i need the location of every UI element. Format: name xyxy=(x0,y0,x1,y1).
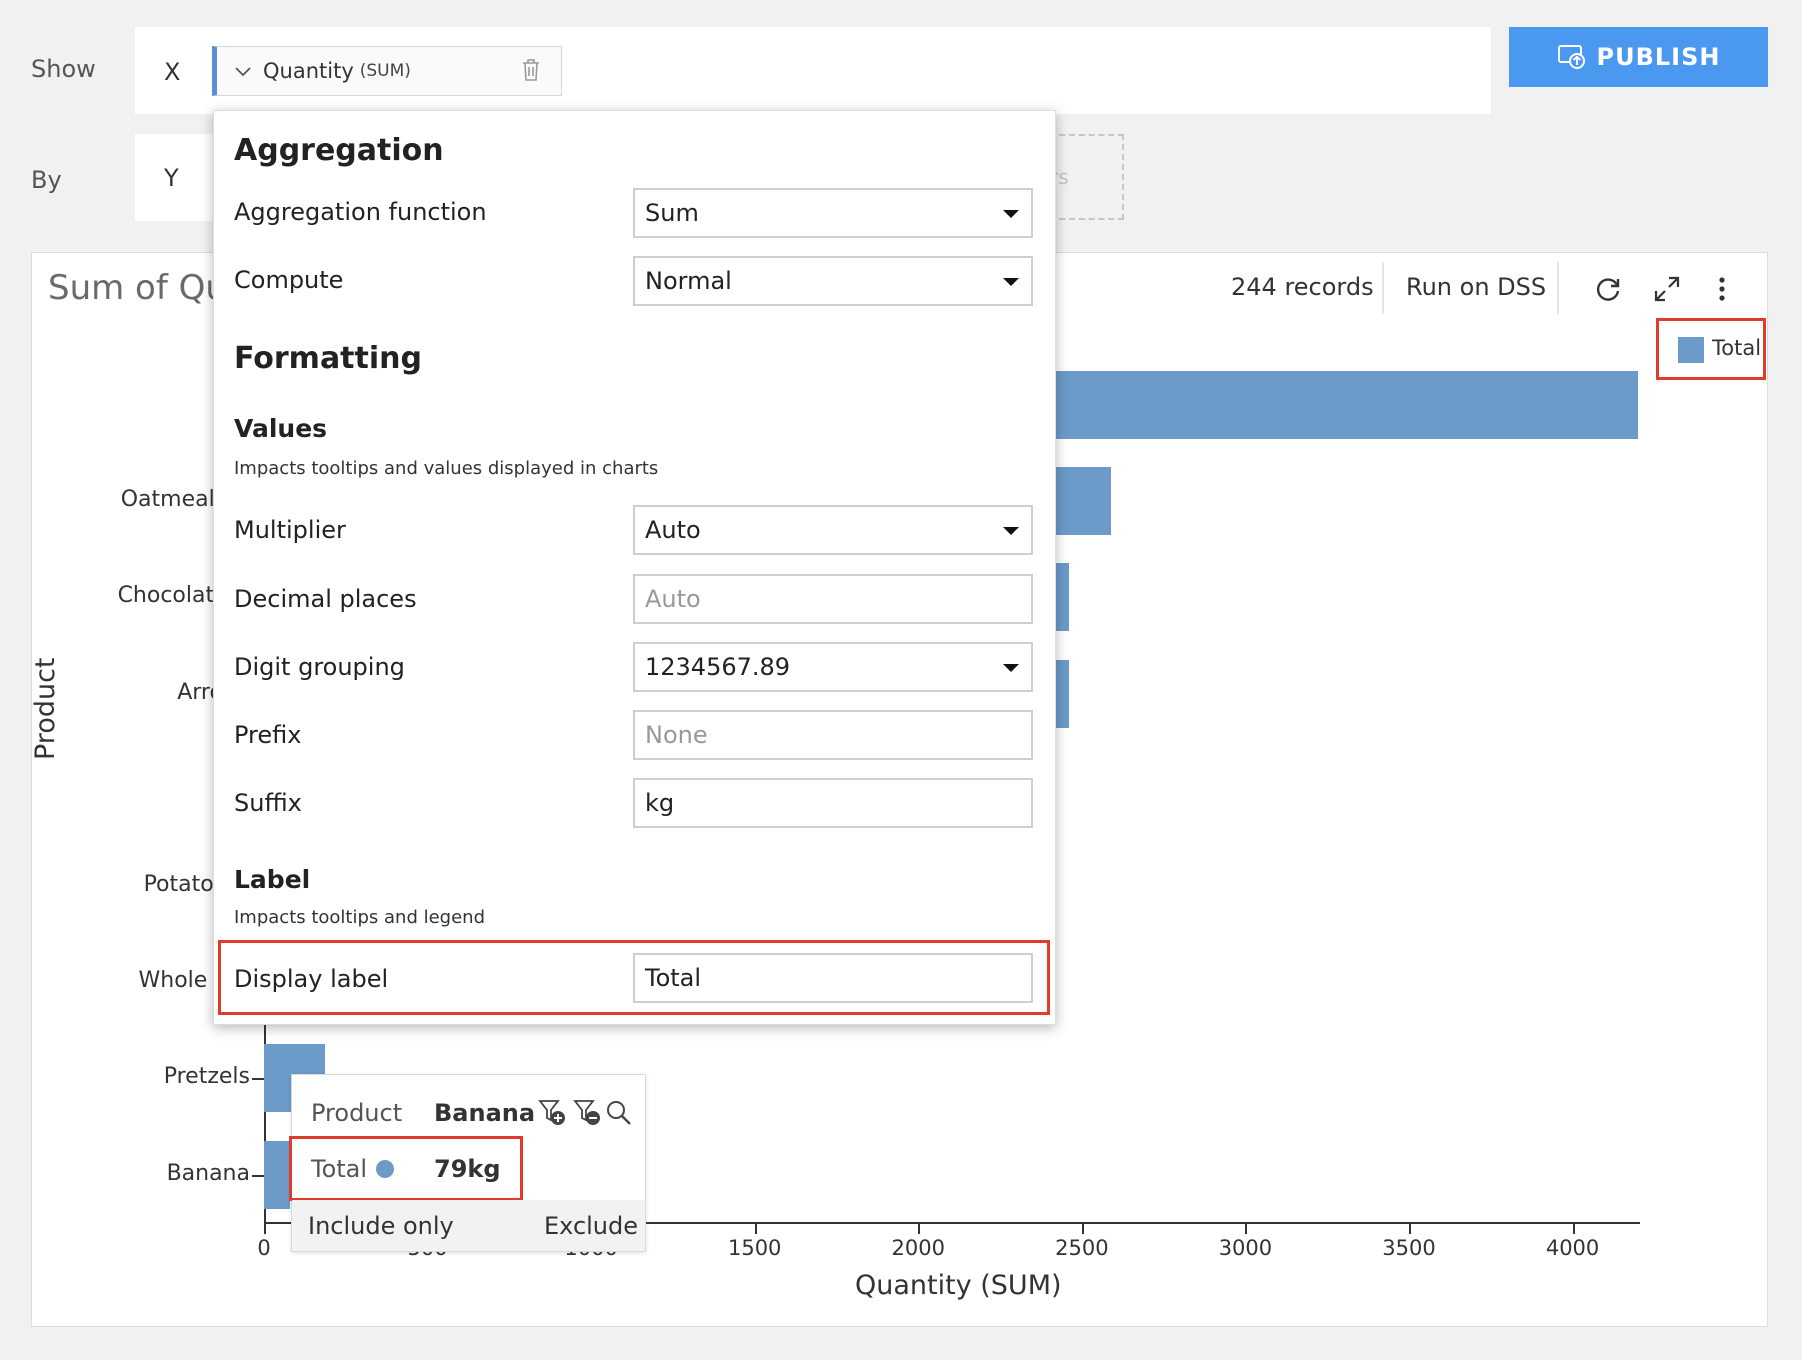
publish-icon xyxy=(1557,45,1585,69)
filter-remove-icon[interactable] xyxy=(573,1098,603,1132)
y-axis-letter: Y xyxy=(164,164,179,192)
trash-icon[interactable] xyxy=(521,58,541,86)
values-heading: Values xyxy=(234,414,328,443)
multiplier-value: Auto xyxy=(645,516,701,544)
x-measure-name: Quantity xyxy=(263,59,354,83)
tooltip-measure-value: 79kg xyxy=(434,1155,501,1183)
by-label: By xyxy=(31,166,62,194)
include-only-button[interactable]: Include only xyxy=(308,1212,454,1240)
x-tick xyxy=(1081,1222,1084,1234)
y-tick xyxy=(252,1078,264,1081)
dropdown-caret-icon xyxy=(1003,210,1019,218)
display-label-input[interactable]: Total xyxy=(633,953,1033,1003)
more-vertical-icon[interactable] xyxy=(1718,276,1726,306)
y-axis-title: Product xyxy=(30,657,61,760)
x-tick-label: 1500 xyxy=(727,1236,782,1260)
agg-function-value: Sum xyxy=(645,199,699,227)
aggregation-popover xyxy=(213,110,1056,1025)
prefix-input[interactable]: None xyxy=(633,710,1033,760)
show-label: Show xyxy=(31,55,96,83)
x-tick-label: 3000 xyxy=(1218,1236,1273,1260)
publish-button[interactable]: PUBLISH xyxy=(1509,27,1768,87)
x-tick xyxy=(1572,1222,1575,1234)
refresh-icon[interactable] xyxy=(1593,274,1623,308)
x-axis-letter: X xyxy=(164,58,181,86)
bar[interactable] xyxy=(264,1140,290,1209)
x-tick-label: 4000 xyxy=(1545,1236,1600,1260)
display-label-value: Total xyxy=(645,964,702,992)
x-measure-pill[interactable]: Quantity (SUM) xyxy=(212,46,562,96)
x-tick xyxy=(1409,1222,1411,1234)
decimal-places-placeholder: Auto xyxy=(645,585,701,613)
tooltip-measure-label: Total xyxy=(311,1155,368,1183)
suffix-input[interactable]: kg xyxy=(633,778,1033,828)
multiplier-select[interactable]: Auto xyxy=(633,505,1033,555)
chevron-down-icon[interactable] xyxy=(235,61,251,82)
legend-swatch xyxy=(1678,337,1704,363)
decimal-places-input[interactable]: Auto xyxy=(633,574,1033,624)
dropdown-caret-icon xyxy=(1003,664,1019,672)
multiplier-label: Multiplier xyxy=(234,516,346,544)
tooltip-dimension-label: Product xyxy=(311,1099,403,1127)
suffix-label: Suffix xyxy=(234,789,302,817)
legend-label: Total xyxy=(1712,336,1762,360)
series-dot-icon xyxy=(376,1160,394,1178)
agg-function-label: Aggregation function xyxy=(234,198,487,226)
aggregation-heading: Aggregation xyxy=(234,133,444,168)
x-tick xyxy=(264,1222,266,1234)
y-tick-label: Banana xyxy=(166,1160,250,1186)
toolbar-divider xyxy=(1557,262,1559,314)
digit-grouping-value: 1234567.89 xyxy=(645,653,791,681)
label-hint: Impacts tooltips and legend xyxy=(234,907,486,928)
records-count: 244 records xyxy=(1231,273,1374,301)
run-engine-button[interactable]: Run on DSS xyxy=(1406,273,1546,301)
x-tick-label: 3500 xyxy=(1382,1236,1436,1260)
label-heading: Label xyxy=(234,865,311,894)
y-tick xyxy=(252,1174,264,1177)
x-tick-label: 2500 xyxy=(1055,1236,1109,1260)
x-tick xyxy=(754,1222,757,1234)
toolbar-divider xyxy=(1382,262,1384,314)
compute-value: Normal xyxy=(645,267,732,295)
display-label-label: Display label xyxy=(234,965,389,993)
filter-add-icon[interactable] xyxy=(538,1098,568,1132)
x-tick xyxy=(918,1222,921,1234)
x-axis-title: Quantity (SUM) xyxy=(855,1270,1062,1301)
compute-select[interactable]: Normal xyxy=(633,256,1033,306)
exclude-button[interactable]: Exclude xyxy=(544,1212,638,1240)
dropdown-caret-icon xyxy=(1003,527,1019,535)
agg-function-select[interactable]: Sum xyxy=(633,188,1033,238)
prefix-label: Prefix xyxy=(234,721,302,749)
digit-grouping-label: Digit grouping xyxy=(234,653,405,681)
compute-label: Compute xyxy=(234,266,344,294)
publish-label: PUBLISH xyxy=(1596,43,1721,71)
prefix-placeholder: None xyxy=(645,721,708,749)
dropdown-caret-icon xyxy=(1003,278,1019,286)
y-tick-label: Pretzels xyxy=(163,1064,250,1090)
values-hint: Impacts tooltips and values displayed in… xyxy=(234,458,659,479)
search-icon[interactable] xyxy=(606,1100,632,1130)
x-tick-label: 2000 xyxy=(891,1236,945,1260)
tooltip-dimension-value: Banana xyxy=(434,1099,536,1127)
digit-grouping-select[interactable]: 1234567.89 xyxy=(633,642,1033,692)
x-tick xyxy=(1245,1222,1248,1234)
expand-icon[interactable] xyxy=(1654,276,1680,306)
x-measure-agg: (SUM) xyxy=(359,61,411,81)
decimal-places-label: Decimal places xyxy=(234,585,417,613)
suffix-value: kg xyxy=(645,789,675,817)
formatting-heading: Formatting xyxy=(234,341,422,376)
